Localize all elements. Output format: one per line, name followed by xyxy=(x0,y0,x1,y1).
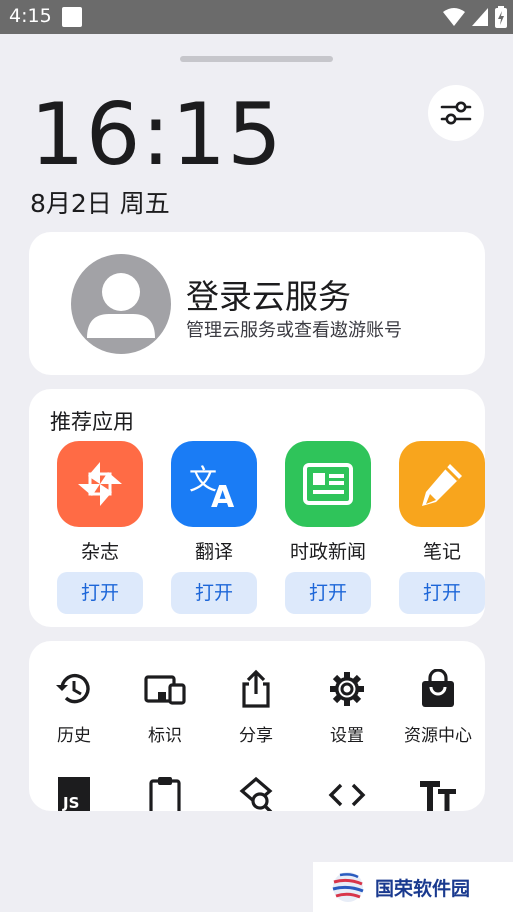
watermark: 国荣软件园 xyxy=(313,862,513,912)
tool-label: 资源中心 xyxy=(404,726,472,746)
js-icon: JS xyxy=(29,775,119,811)
tool-find-in-page[interactable] xyxy=(211,775,301,811)
tool-share[interactable]: 分享 xyxy=(211,669,301,746)
svg-text:A: A xyxy=(211,480,235,513)
tools-card: 历史 标识 分享 设置 资源中心 JS xyxy=(29,641,485,811)
open-button[interactable]: 打开 xyxy=(285,572,371,614)
tool-clipboard[interactable] xyxy=(120,775,210,811)
text-size-icon xyxy=(393,775,483,811)
app-name: 时政新闻 xyxy=(289,541,366,563)
pencil-icon[interactable] xyxy=(399,441,485,527)
avatar xyxy=(71,254,171,354)
tool-label: 分享 xyxy=(239,726,273,746)
translate-icon[interactable]: 文 A xyxy=(171,441,257,527)
adjust-button[interactable] xyxy=(428,85,484,141)
app-name: 笔记 xyxy=(422,541,461,563)
globe-logo-icon xyxy=(332,872,364,902)
open-button[interactable]: 打开 xyxy=(171,572,257,614)
status-bar: 4:15 xyxy=(0,0,513,34)
sliders-icon xyxy=(440,101,472,125)
account-subtitle: 管理云服务或查看遨游账号 xyxy=(186,320,402,341)
drag-handle[interactable] xyxy=(180,56,333,62)
tool-history[interactable]: 历史 xyxy=(29,669,119,746)
account-title: 登录云服务 xyxy=(186,277,351,316)
tool-label: 标识 xyxy=(148,726,182,746)
status-icons xyxy=(443,6,507,28)
notification-icon xyxy=(62,7,82,27)
watermark-text: 国荣软件园 xyxy=(375,877,471,900)
gear-icon xyxy=(302,669,392,709)
wifi-icon xyxy=(443,8,465,26)
history-icon xyxy=(29,669,119,709)
app-item-magazine[interactable]: 杂志 打开 xyxy=(57,441,143,614)
account-card[interactable]: 登录云服务 管理云服务或查看遨游账号 xyxy=(29,232,485,375)
app-name: 翻译 xyxy=(194,541,233,563)
pinwheel-icon[interactable] xyxy=(57,441,143,527)
newspaper-icon[interactable] xyxy=(285,441,371,527)
app-name: 杂志 xyxy=(80,541,119,563)
app-item-translate[interactable]: 文 A 翻译 打开 xyxy=(171,441,257,614)
recommended-apps-title: 推荐应用 xyxy=(50,410,134,434)
svg-text:JS: JS xyxy=(62,794,79,811)
date: 8月2日 周五 xyxy=(30,189,170,218)
person-icon xyxy=(87,273,155,338)
tool-javascript[interactable]: JS xyxy=(29,775,119,811)
tool-code[interactable] xyxy=(302,775,392,811)
tool-label: 历史 xyxy=(57,726,91,746)
tool-label: 设置 xyxy=(330,726,364,746)
clipboard-icon xyxy=(120,775,210,811)
shopping-bag-icon xyxy=(393,669,483,709)
devices-icon xyxy=(120,669,210,709)
tool-resource-center[interactable]: 资源中心 xyxy=(393,669,483,746)
recommended-apps-card: 推荐应用 杂志 打开 文 A 翻译 打开 时政新闻 打开 笔记 打开 xyxy=(29,389,485,627)
clock: 16:15 xyxy=(30,85,283,185)
app-item-news[interactable]: 时政新闻 打开 xyxy=(285,441,371,614)
code-icon xyxy=(302,775,392,811)
status-time: 4:15 xyxy=(9,5,52,27)
find-in-page-icon xyxy=(211,775,301,811)
tool-text-size[interactable] xyxy=(393,775,483,811)
tool-settings[interactable]: 设置 xyxy=(302,669,392,746)
open-button[interactable]: 打开 xyxy=(399,572,485,614)
signal-icon xyxy=(472,8,488,26)
app-item-notes[interactable]: 笔记 打开 xyxy=(399,441,485,614)
battery-icon xyxy=(495,6,507,28)
open-button[interactable]: 打开 xyxy=(57,572,143,614)
share-icon xyxy=(211,669,301,709)
tool-identity[interactable]: 标识 xyxy=(120,669,210,746)
